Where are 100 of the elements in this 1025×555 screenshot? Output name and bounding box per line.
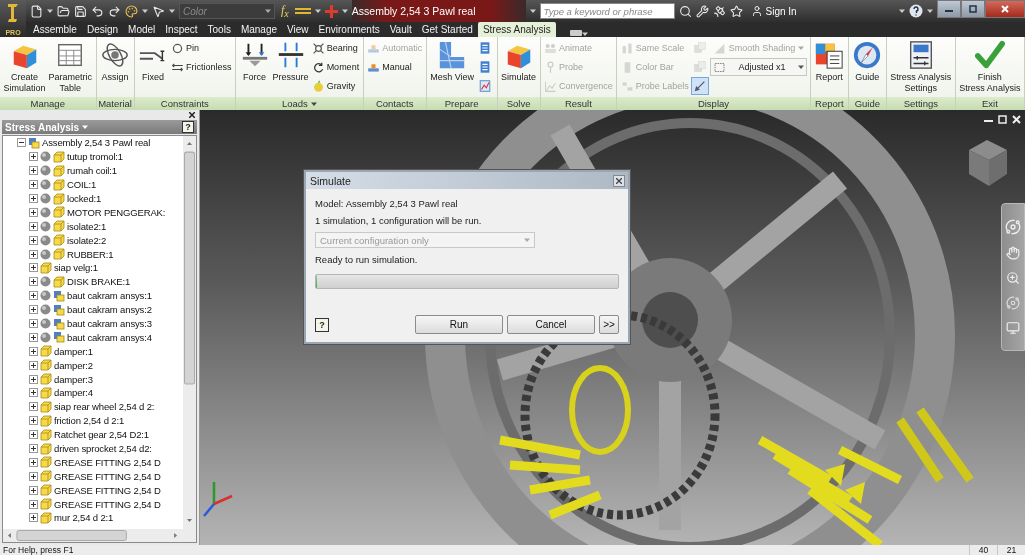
panel-label-bar[interactable]: Loads	[236, 97, 363, 110]
palette-icon[interactable]	[125, 4, 138, 18]
undo-icon[interactable]	[91, 4, 104, 18]
ribbon-button[interactable]: Stress Analysis Settings	[889, 39, 953, 95]
help-button[interactable]: ?	[315, 317, 329, 332]
ribbon-tab[interactable]: Stress Analysis	[477, 22, 556, 37]
horizontal-scrollbar[interactable]	[3, 529, 196, 542]
satellite-icon[interactable]	[712, 4, 726, 18]
ribbon-tab[interactable]: Get Started	[416, 22, 478, 37]
pointer-icon[interactable]	[152, 4, 165, 18]
zoom-icon[interactable]	[1006, 271, 1020, 285]
close-button[interactable]	[985, 0, 1025, 18]
tree-item[interactable]: tutup tromol:1	[29, 149, 183, 164]
ribbon-button[interactable]: Mesh View	[429, 39, 476, 84]
ribbon-button[interactable]: Finish Stress Analysis	[958, 39, 1022, 95]
new-file-icon[interactable]	[30, 4, 43, 18]
expand-icon[interactable]	[29, 332, 38, 342]
ribbon-tab[interactable]: Vault	[384, 22, 417, 37]
vertical-scrollbar[interactable]	[183, 136, 196, 529]
expand-icon[interactable]	[29, 444, 38, 454]
ribbon-button[interactable]: Assign	[99, 39, 132, 84]
wrench-icon[interactable]	[695, 4, 709, 18]
expand-icon[interactable]	[29, 388, 38, 398]
collapse-icon[interactable]	[17, 138, 26, 148]
tree-item[interactable]: siap rear wheel 2,54 d 2:	[29, 399, 183, 414]
tree-item[interactable]: isolate2:1	[29, 219, 183, 234]
ribbon-button[interactable]: Force	[238, 39, 271, 84]
help-button[interactable]: ?	[182, 121, 194, 133]
search-icon[interactable]	[678, 4, 692, 18]
save-icon[interactable]	[74, 4, 87, 18]
ribbon-button[interactable]: Pin	[170, 39, 233, 57]
expand-icon[interactable]	[29, 360, 38, 370]
expand-icon[interactable]	[29, 194, 38, 203]
ribbon-button[interactable]: Gravity	[310, 77, 361, 95]
expand-icon[interactable]	[29, 166, 38, 176]
tree-item[interactable]: Assembly 2,54 3 Pawl real	[17, 136, 183, 150]
expand-icon[interactable]	[29, 499, 38, 509]
tree-item[interactable]: COIL:1	[29, 177, 183, 192]
ribbon-button[interactable]: Guide	[851, 39, 884, 84]
tree-item[interactable]: damper:3	[29, 372, 183, 387]
tree-item[interactable]: DISK BRAKE:1	[29, 274, 183, 289]
ribbon-button[interactable]: Fixed	[137, 39, 170, 84]
expand-icon[interactable]	[29, 221, 38, 231]
tree-item[interactable]: Ratchet gear 2,54 D2:1	[29, 427, 183, 442]
ribbon-tab[interactable]: View	[282, 22, 314, 37]
expand-icon[interactable]	[29, 277, 38, 287]
expand-icon[interactable]	[29, 180, 38, 190]
ribbon-tab[interactable]: Tools	[202, 22, 236, 37]
star-icon[interactable]	[729, 4, 743, 18]
tree-item[interactable]: baut cakram ansys:4	[29, 330, 183, 345]
expand-icon[interactable]	[29, 471, 38, 481]
tree-item[interactable]: GREASE FITTING 2,54 D	[29, 469, 183, 484]
ribbon-button[interactable]: Report	[813, 39, 846, 84]
ribbon-button[interactable]: Manual	[366, 58, 424, 76]
tree-item[interactable]: damper:2	[29, 358, 183, 373]
expand-icon[interactable]	[29, 402, 38, 412]
tree-item[interactable]: GREASE FITTING 2,54 D	[29, 455, 183, 470]
ribbon-button[interactable]: Create Simulation	[2, 39, 47, 95]
tree-item[interactable]: driven sprocket 2,54 d2:	[29, 441, 183, 456]
expand-icon[interactable]	[29, 319, 38, 328]
close-button[interactable]	[613, 174, 625, 187]
tree-item[interactable]: GREASE FITTING 2,54 D	[29, 483, 183, 498]
redo-icon[interactable]	[108, 4, 121, 18]
tree-item[interactable]: GREASE FITTING 2,54 D	[29, 497, 183, 512]
ribbon-button[interactable]: Parametric Table	[47, 39, 94, 95]
expand-icon[interactable]	[29, 485, 38, 495]
tree-item[interactable]: friction 2,54 d 2:1	[29, 413, 183, 428]
dialog-button[interactable]: >>	[599, 315, 619, 334]
plus-icon[interactable]	[324, 4, 338, 18]
ribbon-tab[interactable]: Manage	[235, 22, 283, 37]
tree-item[interactable]: isolate2:2	[29, 233, 183, 248]
tree-item[interactable]: damper:1	[29, 344, 183, 359]
expand-icon[interactable]	[29, 513, 38, 523]
ribbon-button[interactable]: Bearing	[310, 39, 361, 57]
ribbon-tab[interactable]: Environments	[313, 22, 385, 37]
expand-icon[interactable]	[29, 374, 38, 384]
pan-icon[interactable]	[1006, 246, 1020, 261]
ribbon-tab[interactable]: Inspect	[160, 22, 203, 37]
tree-item[interactable]: baut cakram ansys:1	[29, 288, 183, 303]
measure-icon[interactable]	[294, 6, 311, 16]
tree-item[interactable]: locked:1	[29, 191, 183, 206]
tree-item[interactable]: baut cakram ansys:3	[29, 316, 183, 331]
dialog-button[interactable]: Run	[415, 315, 503, 334]
expand-icon[interactable]	[29, 152, 38, 162]
ribbon-tab[interactable]: Design	[81, 22, 124, 37]
expand-icon[interactable]	[29, 291, 38, 301]
tree-item[interactable]: siap velg:1	[29, 261, 183, 275]
ribbon-tab[interactable]: Model	[123, 22, 161, 37]
minimize-button[interactable]	[937, 0, 961, 18]
tree-item[interactable]: rumah coil:1	[29, 163, 183, 178]
ribbon-tab[interactable]: Assemble	[28, 22, 82, 37]
expand-icon[interactable]	[29, 263, 38, 273]
expand-icon[interactable]	[29, 430, 38, 440]
restore-button[interactable]	[961, 0, 985, 18]
ribbon-button[interactable]: Simulate	[500, 39, 538, 84]
tree-item[interactable]: mur 2,54 d 2:1	[29, 511, 183, 525]
open-folder-icon[interactable]	[57, 4, 70, 18]
expand-icon[interactable]	[29, 457, 38, 467]
expand-icon[interactable]	[29, 305, 38, 315]
close-icon[interactable]	[189, 112, 195, 118]
